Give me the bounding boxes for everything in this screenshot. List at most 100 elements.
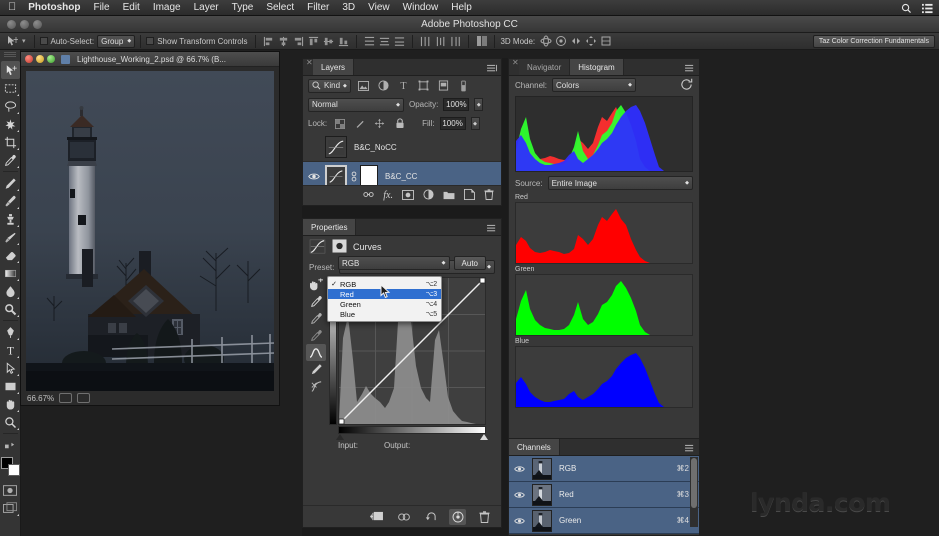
menu-photoshop[interactable]: Photoshop	[28, 2, 80, 13]
channels-panel[interactable]: Channels RGB ⌘2 Red ⌘3 Green ⌘4	[508, 438, 700, 536]
edit-toolbar-button[interactable]	[1, 436, 20, 454]
rectangular-marquee-tool[interactable]	[1, 79, 20, 97]
histogram-channel-select[interactable]: Colors ◆	[552, 78, 637, 92]
channels-scrollbar[interactable]	[690, 457, 698, 527]
auto-select-checkbox[interactable]	[39, 37, 48, 45]
move-tool[interactable]	[0, 61, 20, 79]
tab-layers[interactable]: Layers	[313, 59, 355, 75]
zoom-window-button[interactable]	[33, 20, 42, 29]
reset-icon[interactable]	[422, 509, 439, 525]
new-adjustment-layer-icon[interactable]	[423, 189, 434, 202]
path-selection-tool[interactable]	[1, 359, 20, 377]
curves-channel-select[interactable]: RGB ◆	[338, 256, 450, 270]
3d-scale-icon[interactable]	[598, 34, 613, 49]
channel-visibility-toggle[interactable]	[511, 491, 528, 499]
curves-adjustment-icon[interactable]	[309, 239, 326, 256]
scrollbar-thumb[interactable]	[691, 458, 697, 508]
fill-value[interactable]: 100%	[439, 117, 466, 130]
channel-visibility-toggle[interactable]	[511, 517, 528, 525]
filter-toggle-icon[interactable]	[456, 79, 471, 93]
menu-layer[interactable]: Layer	[194, 2, 219, 13]
panel-grip[interactable]	[4, 52, 16, 58]
document-image[interactable]	[26, 71, 274, 391]
input-level-handles[interactable]	[336, 433, 488, 441]
blend-mode-select[interactable]: Normal ◆	[308, 97, 404, 112]
apple-icon[interactable]: 	[8, 2, 16, 13]
layer-visibility-toggle[interactable]	[305, 172, 322, 181]
auto-align-layers-icon[interactable]	[474, 34, 489, 49]
channel-visibility-toggle[interactable]	[511, 465, 528, 473]
close-icon[interactable]: ✕	[306, 58, 313, 67]
minimize-window-button[interactable]	[20, 20, 29, 29]
lock-position-icon[interactable]	[372, 117, 387, 131]
menu-type[interactable]: Type	[232, 2, 254, 13]
close-window-button[interactable]	[7, 20, 16, 29]
move-tool-icon[interactable]	[4, 34, 19, 49]
3d-slide-icon[interactable]	[583, 34, 598, 49]
close-icon[interactable]: ✕	[512, 58, 519, 67]
background-color-swatch[interactable]	[7, 464, 20, 476]
channel-thumbnail[interactable]	[532, 509, 552, 532]
menu-view[interactable]: View	[368, 2, 390, 13]
delete-layer-icon[interactable]	[484, 189, 494, 202]
distribute-bottom-icon[interactable]	[392, 34, 407, 49]
gray-point-eyedropper-icon[interactable]	[306, 310, 326, 327]
spot-healing-brush-tool[interactable]	[1, 174, 20, 192]
pencil-curve-tool-icon[interactable]	[306, 361, 326, 378]
canvas-area[interactable]	[21, 67, 279, 392]
auto-button[interactable]: Auto	[453, 256, 486, 270]
quick-selection-tool[interactable]	[1, 115, 20, 133]
doc-close-button[interactable]	[25, 55, 33, 63]
panel-menu-icon[interactable]	[685, 444, 695, 455]
fill-stepper[interactable]: ◆	[470, 117, 480, 130]
toggle-layer-visibility-icon[interactable]	[449, 508, 466, 525]
align-top-edges-icon[interactable]	[306, 34, 321, 49]
blur-tool[interactable]	[1, 282, 20, 300]
layer-mask-thumbnail[interactable]	[360, 165, 378, 187]
tab-histogram[interactable]: Histogram	[570, 59, 624, 75]
type-filter-icon[interactable]: T	[396, 79, 411, 93]
shape-filter-icon[interactable]	[416, 79, 431, 93]
gradient-tool[interactable]	[1, 264, 20, 282]
layer-mask-icon[interactable]	[332, 239, 347, 255]
smart-object-filter-icon[interactable]	[436, 79, 451, 93]
link-layers-icon[interactable]	[363, 190, 374, 201]
align-right-edges-icon[interactable]	[291, 34, 306, 49]
menu-filter[interactable]: Filter	[307, 2, 329, 13]
zoom-tool[interactable]	[1, 413, 20, 431]
layer-thumbnail[interactable]	[325, 136, 347, 158]
histogram-source-select[interactable]: Entire Image ◆	[547, 176, 693, 190]
adjustment-filter-icon[interactable]	[376, 79, 391, 93]
align-left-edges-icon[interactable]	[261, 34, 276, 49]
tab-navigator[interactable]: Navigator	[519, 59, 571, 75]
lock-transparent-pixels-icon[interactable]	[332, 117, 347, 131]
new-group-icon[interactable]	[443, 190, 455, 202]
opacity-stepper[interactable]: ◆	[474, 98, 484, 111]
pen-tool[interactable]	[1, 323, 20, 341]
hand-tool[interactable]	[1, 395, 20, 413]
panel-menu-icon[interactable]	[685, 64, 695, 75]
distribute-vertical-center-icon[interactable]	[377, 34, 392, 49]
layer-name[interactable]: B&C_NoCC	[354, 143, 397, 152]
tool-preset-chevron-icon[interactable]: ▾	[22, 37, 26, 45]
view-previous-state-icon[interactable]	[395, 509, 412, 525]
menu-file[interactable]: File	[93, 2, 109, 13]
black-point-eyedropper-icon[interactable]	[306, 327, 326, 344]
rectangle-tool[interactable]	[1, 377, 20, 395]
3d-rotate-icon[interactable]	[538, 34, 553, 49]
distribute-horizontal-center-icon[interactable]	[433, 34, 448, 49]
menu-help[interactable]: Help	[451, 2, 472, 13]
show-transform-controls-checkbox[interactable]	[146, 37, 155, 45]
menu-image[interactable]: Image	[153, 2, 181, 13]
channel-row-rgb[interactable]: RGB ⌘2	[509, 456, 699, 482]
on-image-adjust-icon[interactable]	[306, 276, 326, 293]
type-tool[interactable]: T	[1, 341, 20, 359]
channel-thumbnail[interactable]	[532, 483, 552, 506]
histogram-panel[interactable]: ✕ Navigator Histogram Channel: Colors ◆	[508, 58, 700, 440]
auto-select-scope-select[interactable]: Group ◆	[97, 34, 136, 48]
pixel-filter-icon[interactable]	[356, 79, 371, 93]
channel-thumbnail[interactable]	[532, 457, 552, 480]
distribute-left-icon[interactable]	[418, 34, 433, 49]
document-title-bar[interactable]: Lighthouse_Working_2.psd @ 66.7% (B...	[21, 52, 279, 67]
quick-mask-icon[interactable]	[1, 481, 20, 499]
